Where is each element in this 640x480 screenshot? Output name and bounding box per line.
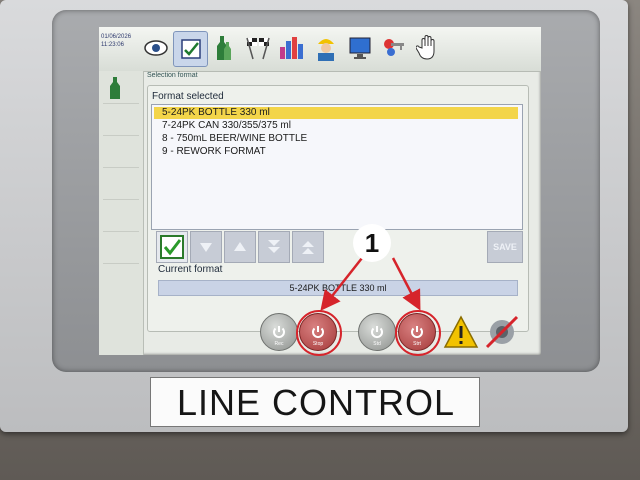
nameplate: LINE CONTROL: [150, 377, 480, 427]
arrow-to-start: [391, 257, 421, 311]
arrow-to-stop: [320, 257, 363, 311]
callout-number: 1: [353, 224, 391, 262]
nameplate-text: LINE CONTROL: [176, 382, 456, 423]
